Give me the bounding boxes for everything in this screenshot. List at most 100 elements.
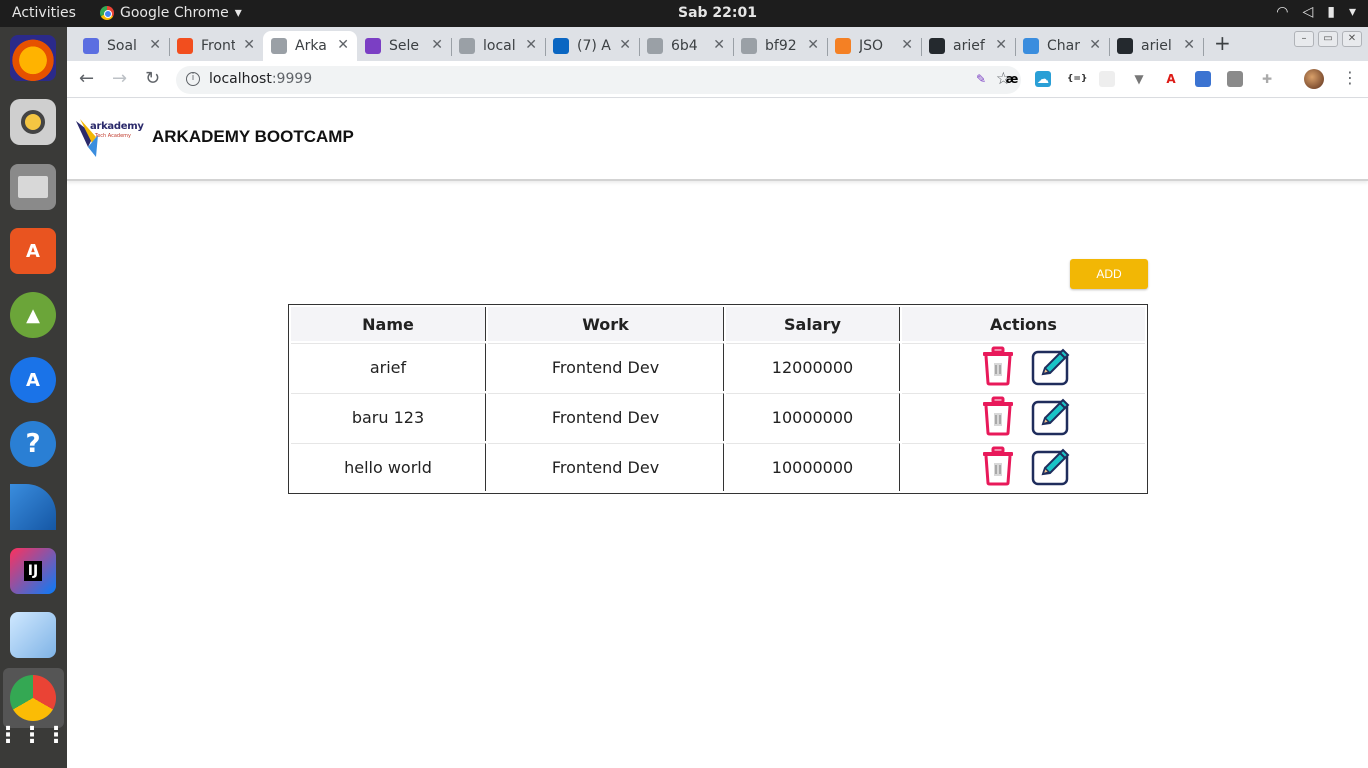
tab-6[interactable]: 6b4 ✕ — [639, 31, 733, 61]
tab-3[interactable]: Sele ✕ — [357, 31, 451, 61]
table-header-row: Name Work Salary Actions — [291, 307, 1145, 341]
back-icon[interactable]: ← — [79, 68, 94, 89]
tab-title: Soal — [107, 38, 137, 54]
tab-close-icon[interactable]: ✕ — [713, 37, 725, 53]
tab-7[interactable]: bf92 ✕ — [733, 31, 827, 61]
delete-icon[interactable] — [979, 346, 1017, 388]
tab-9[interactable]: arief ✕ — [921, 31, 1015, 61]
tab-title: (7) A — [577, 38, 611, 54]
logo-text: arkademy — [90, 121, 144, 132]
virtualbox-icon[interactable] — [10, 612, 56, 658]
wifi-icon: ◠ — [1276, 4, 1289, 20]
address-bar[interactable]: i localhost:9999 ☆ — [176, 66, 1021, 94]
tab-title: ariel — [1141, 38, 1172, 54]
extension-redux-icon[interactable] — [1195, 71, 1211, 87]
os-top-bar: Activities Google Chrome ▾ Sab 22:01 ◠ ◁… — [0, 0, 1368, 27]
edit-icon[interactable] — [1031, 446, 1069, 488]
software-center-icon[interactable]: A — [10, 228, 56, 274]
tab-close-icon[interactable]: ✕ — [807, 37, 819, 53]
tab-close-icon[interactable]: ✕ — [525, 37, 537, 53]
clock[interactable]: Sab 22:01 — [0, 5, 1368, 21]
extension-grid-icon[interactable] — [1099, 71, 1115, 87]
profile-avatar[interactable] — [1304, 69, 1324, 89]
cell-work: Frontend Dev — [488, 343, 724, 391]
forward-icon[interactable]: → — [112, 68, 127, 89]
tab-title: JSO — [859, 38, 884, 54]
tab-favicon-icon — [553, 38, 569, 54]
tab-favicon-icon — [271, 38, 287, 54]
window-controls: – ▭ ✕ — [1294, 31, 1362, 47]
tab-11[interactable]: ariel ✕ — [1109, 31, 1203, 61]
tab-close-icon[interactable]: ✕ — [337, 37, 349, 53]
android-studio-icon[interactable]: ▲ — [10, 292, 56, 338]
maximize-icon[interactable]: ▭ — [1318, 31, 1338, 47]
extension-cloud-icon[interactable]: ☁ — [1035, 71, 1051, 87]
info-icon[interactable]: i — [186, 72, 200, 86]
tab-favicon-icon — [1023, 38, 1039, 54]
header-salary: Salary — [726, 307, 900, 341]
table-row: hello world Frontend Dev 10000000 — [291, 443, 1145, 491]
header-actions: Actions — [902, 307, 1145, 341]
tab-separator — [1203, 38, 1204, 56]
tab-close-icon[interactable]: ✕ — [149, 37, 161, 53]
reload-icon[interactable]: ↻ — [145, 68, 160, 89]
help-icon[interactable]: ? — [10, 421, 56, 467]
add-button[interactable]: ADD — [1070, 259, 1148, 289]
tab-close-icon[interactable]: ✕ — [1089, 37, 1101, 53]
tab-close-icon[interactable]: ✕ — [431, 37, 443, 53]
new-tab-button[interactable]: + — [1214, 31, 1231, 55]
menu-kebab-icon[interactable]: ⋮ — [1342, 68, 1358, 87]
firefox-icon[interactable] — [10, 35, 56, 81]
cell-name: hello world — [291, 443, 486, 491]
tab-close-icon[interactable]: ✕ — [243, 37, 255, 53]
tab-favicon-icon — [365, 38, 381, 54]
show-applications-icon[interactable]: ⋮⋮⋮ — [0, 712, 67, 758]
employee-table: Name Work Salary Actions arief Frontend D… — [288, 304, 1148, 494]
cell-actions — [902, 443, 1145, 491]
delete-icon[interactable] — [979, 446, 1017, 488]
tab-favicon-icon — [741, 38, 757, 54]
close-window-icon[interactable]: ✕ — [1342, 31, 1362, 47]
wireshark-icon[interactable] — [10, 484, 56, 530]
tab-favicon-icon — [647, 38, 663, 54]
extension-puzzle-icon[interactable]: ✚ — [1259, 71, 1275, 87]
extension-screen-icon[interactable] — [1227, 71, 1243, 87]
rhythmbox-icon[interactable] — [10, 99, 56, 145]
extension-angular-icon[interactable]: A — [1163, 71, 1179, 87]
tab-5[interactable]: (7) A ✕ — [545, 31, 639, 61]
extension-ae-icon[interactable]: æ — [1004, 71, 1020, 87]
tab-title: bf92 — [765, 38, 797, 54]
files-icon[interactable] — [10, 164, 56, 210]
extension-eyedropper-icon[interactable]: ✎ — [973, 71, 989, 87]
url-text[interactable]: localhost:9999 — [209, 71, 312, 87]
extension-json-icon[interactable]: {=} — [1067, 71, 1087, 87]
tab-10[interactable]: Char ✕ — [1015, 31, 1109, 61]
table-row: baru 123 Frontend Dev 10000000 — [291, 393, 1145, 441]
cell-salary: 12000000 — [726, 343, 900, 391]
edit-icon[interactable] — [1031, 346, 1069, 388]
tab-8[interactable]: JSO ✕ — [827, 31, 921, 61]
minimize-icon[interactable]: – — [1294, 31, 1314, 47]
tab-close-icon[interactable]: ✕ — [995, 37, 1007, 53]
cell-salary: 10000000 — [726, 393, 900, 441]
tab-4[interactable]: local ✕ — [451, 31, 545, 61]
intellij-icon[interactable]: IJ — [10, 548, 56, 594]
cell-name: arief — [291, 343, 486, 391]
edit-icon[interactable] — [1031, 396, 1069, 438]
system-tray[interactable]: ◠ ◁ ▮ ▾ — [1276, 4, 1356, 20]
table-body: arief Frontend Dev 12000000 baru 123 Fronten… — [291, 343, 1145, 491]
tab-title: Front — [201, 38, 235, 54]
tab-2[interactable]: Arka ✕ — [263, 31, 357, 61]
tab-close-icon[interactable]: ✕ — [1183, 37, 1195, 53]
tab-title: Sele — [389, 38, 420, 54]
delete-icon[interactable] — [979, 396, 1017, 438]
tab-favicon-icon — [1117, 38, 1133, 54]
azure-data-studio-icon[interactable]: A — [10, 357, 56, 403]
tab-1[interactable]: Front ✕ — [169, 31, 263, 61]
tab-close-icon[interactable]: ✕ — [901, 37, 913, 53]
tab-close-icon[interactable]: ✕ — [619, 37, 631, 53]
extension-vue-icon[interactable]: ▼ — [1131, 71, 1147, 87]
tab-0[interactable]: Soal ✕ — [75, 31, 169, 61]
tab-favicon-icon — [83, 38, 99, 54]
tab-title: local — [483, 38, 516, 54]
